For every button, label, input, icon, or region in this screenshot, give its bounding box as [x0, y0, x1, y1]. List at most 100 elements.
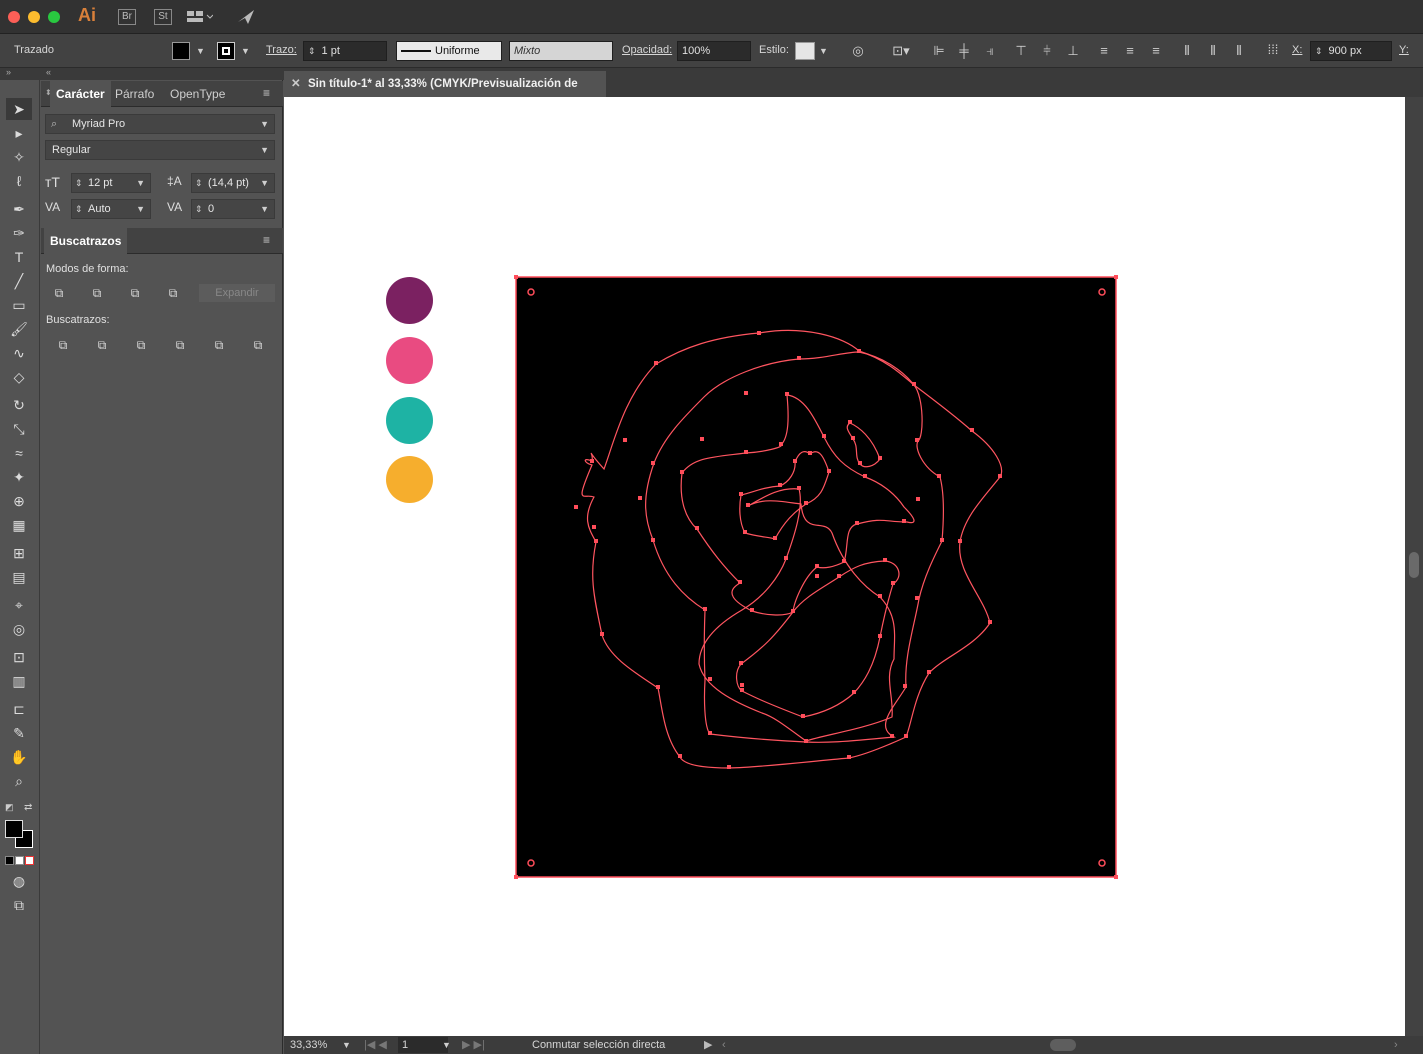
zoom-tool-icon[interactable]: ⌕ [6, 770, 32, 792]
chevron-down-icon[interactable]: ▼ [260, 174, 269, 192]
minimize-window-button[interactable] [28, 11, 40, 23]
close-window-button[interactable] [8, 11, 20, 23]
artwork[interactable] [284, 97, 1405, 1036]
tab-paragraph[interactable]: Párrafo [109, 81, 160, 107]
font-family-field[interactable]: ⌕ Myriad Pro ▼ [45, 114, 275, 134]
scroll-left-icon[interactable]: ‹ [722, 1036, 726, 1054]
minus-front-icon[interactable]: ⧉ [88, 285, 106, 301]
scale-tool-icon[interactable]: ⤡ [6, 418, 32, 440]
canvas[interactable] [284, 97, 1405, 1036]
magic-wand-tool-icon[interactable]: ✧ [6, 146, 32, 168]
x-position-field[interactable]: ⇕ 900 px [1310, 41, 1392, 61]
distribute-horizontal-center-icon[interactable]: ⫴ [1204, 43, 1222, 59]
brush-definition[interactable]: Mixto [509, 41, 613, 61]
next-artboard-icon[interactable]: ▶ ▶| [462, 1036, 485, 1054]
shaper-tool-icon[interactable]: ∿ [6, 342, 32, 364]
tab-opentype[interactable]: OpenType [164, 81, 231, 107]
stepper-icon[interactable]: ⇕ [195, 200, 203, 218]
fill-color-icon[interactable] [5, 820, 23, 838]
slice-tool-icon[interactable]: ✎ [6, 722, 32, 744]
distribute-top-icon[interactable]: ≡ [1095, 43, 1113, 59]
crop-icon[interactable]: ⧉ [171, 337, 189, 353]
scroll-right-icon[interactable]: › [1394, 1036, 1398, 1054]
hand-tool-icon[interactable]: ✋ [6, 746, 32, 768]
zoom-level[interactable]: 33,33% [290, 1036, 327, 1054]
vertical-scrollbar[interactable] [1405, 97, 1423, 1036]
chevron-down-icon[interactable]: ▼ [819, 46, 828, 56]
rotate-tool-icon[interactable]: ↻ [6, 394, 32, 416]
distribute-left-icon[interactable]: ⫴ [1178, 43, 1196, 59]
panel-menu-icon[interactable]: ≡ [263, 86, 270, 100]
transform-reference-point-icon[interactable]: ⁞⁞⁞ [1263, 42, 1283, 58]
gradient-tool-icon[interactable]: ▤ [6, 566, 32, 588]
warp-tool-icon[interactable]: ≈ [6, 442, 32, 464]
kerning-field[interactable]: ⇕ Auto ▼ [71, 199, 151, 219]
stepper-icon[interactable]: ⇕ [308, 46, 316, 56]
vertical-scroll-thumb[interactable] [1409, 552, 1419, 578]
screen-mode-icon[interactable]: ⧉ [6, 894, 32, 916]
paper-plane-icon[interactable] [236, 8, 256, 26]
drawing-modes-icon[interactable]: ◍ [6, 870, 32, 892]
variable-width-profile[interactable]: Uniforme [396, 41, 502, 61]
tracking-field[interactable]: ⇕ 0 ▼ [191, 199, 275, 219]
chevron-down-icon[interactable]: ▼ [442, 1036, 451, 1054]
color-mode-icon[interactable] [5, 856, 14, 865]
workspace-layout-icon[interactable] [187, 9, 214, 25]
symbol-sprayer-tool-icon[interactable]: ⊡ [6, 646, 32, 668]
eraser-tool-icon[interactable]: ◇ [6, 366, 32, 388]
swap-colors-icon[interactable]: ⇄ [24, 802, 32, 813]
panel-menu-icon[interactable]: ≡ [263, 233, 270, 247]
line-tool-icon[interactable]: ╱ [6, 270, 32, 292]
intersect-icon[interactable]: ⧉ [126, 285, 144, 301]
direct-selection-tool-icon[interactable]: ▸ [6, 122, 32, 144]
stroke-label[interactable]: Trazo: [266, 44, 297, 56]
horizontal-scroll-thumb[interactable] [1050, 1039, 1076, 1051]
stepper-icon[interactable]: ⇕ [1315, 46, 1323, 56]
chevron-down-icon[interactable]: ▼ [241, 46, 250, 56]
selection-tool-icon[interactable]: ➤ [6, 98, 32, 120]
puppet-warp-tool-icon[interactable]: ✦ [6, 466, 32, 488]
collapse-panels-icon[interactable]: « [46, 67, 51, 77]
artboard-number-field[interactable]: 1 [398, 1037, 448, 1053]
first-artboard-icon[interactable]: |◀ ◀ [364, 1036, 387, 1054]
tab-pathfinder[interactable]: Buscatrazos [44, 228, 128, 254]
shape-builder-tool-icon[interactable]: ⊕ [6, 490, 32, 512]
align-left-icon[interactable]: ⊫ [930, 43, 948, 59]
unite-icon[interactable]: ⧉ [50, 285, 68, 301]
stepper-icon[interactable]: ⇕ [75, 174, 83, 192]
align-horizontal-center-icon[interactable]: ╪ [955, 43, 973, 59]
status-menu-icon[interactable]: ▶ [704, 1036, 712, 1054]
chevron-down-icon[interactable]: ▼ [260, 200, 269, 218]
recolor-artwork-icon[interactable]: ◎ [849, 43, 867, 59]
chevron-down-icon[interactable]: ▼ [136, 174, 145, 192]
opacity-field[interactable]: 100% [677, 41, 751, 61]
y-label[interactable]: Y: [1399, 44, 1409, 56]
curvature-tool-icon[interactable]: ✑ [6, 222, 32, 244]
document-tab[interactable]: ✕ Sin título-1* al 33,33% (CMYK/Previsua… [284, 71, 606, 116]
divide-icon[interactable]: ⧉ [54, 337, 72, 353]
minus-back-icon[interactable]: ⧉ [249, 337, 267, 353]
perspective-grid-tool-icon[interactable]: ▦ [6, 514, 32, 536]
stepper-icon[interactable]: ⇕ [75, 200, 83, 218]
lasso-tool-icon[interactable]: ℓ [6, 170, 32, 192]
maximize-window-button[interactable] [48, 11, 60, 23]
column-graph-tool-icon[interactable]: ▥ [6, 670, 32, 692]
bridge-button[interactable]: Br [118, 9, 136, 25]
rectangle-tool-icon[interactable]: ▭ [6, 294, 32, 316]
font-style-field[interactable]: Regular ▼ [45, 140, 275, 160]
tab-character[interactable]: Carácter [50, 81, 111, 107]
none-mode-icon[interactable] [25, 856, 34, 865]
x-label[interactable]: X: [1292, 44, 1302, 56]
expand-button[interactable]: Expandir [199, 284, 275, 302]
eyedropper-tool-icon[interactable]: ⌖ [6, 594, 32, 616]
leading-field[interactable]: ⇕ (14,4 pt) ▼ [191, 173, 275, 193]
align-vertical-center-icon[interactable]: ⫩ [1038, 43, 1056, 59]
exclude-icon[interactable]: ⧉ [164, 285, 182, 301]
artboard-tool-icon[interactable]: ⊏ [6, 698, 32, 720]
chevron-down-icon[interactable]: ▼ [342, 1036, 351, 1054]
distribute-vertical-center-icon[interactable]: ≡ [1121, 43, 1139, 59]
stepper-icon[interactable]: ⇕ [195, 174, 203, 192]
blend-tool-icon[interactable]: ◎ [6, 618, 32, 640]
chevron-down-icon[interactable]: ▼ [136, 200, 145, 218]
default-colors-icon[interactable]: ◩ [5, 802, 14, 813]
